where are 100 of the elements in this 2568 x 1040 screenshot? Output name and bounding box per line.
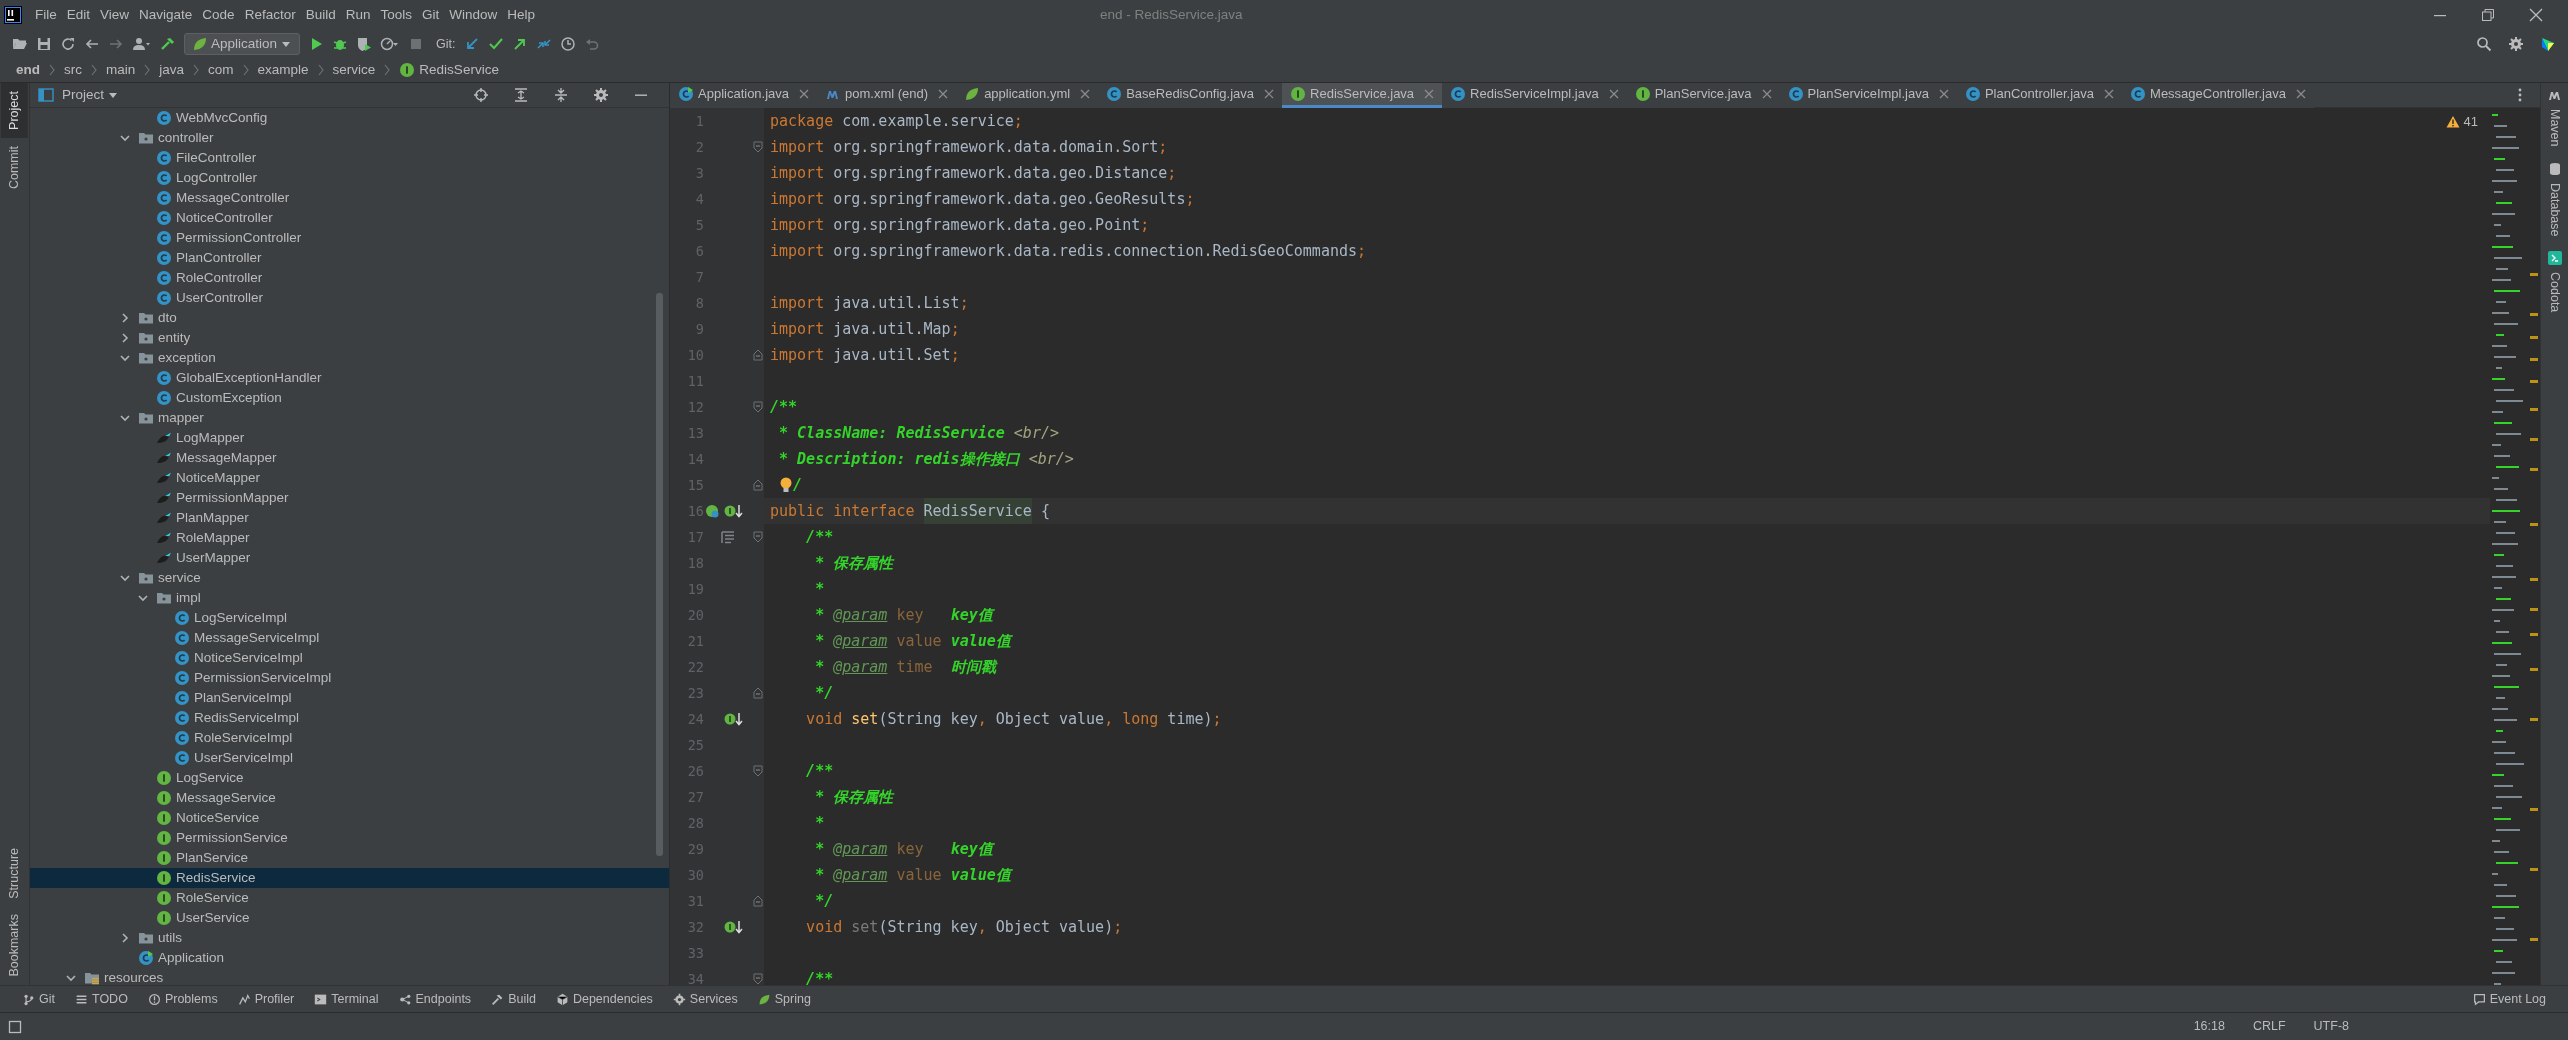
close-icon[interactable]: [2528, 7, 2544, 23]
file-tab[interactable]: RedisService.java: [1282, 83, 1443, 108]
tree-item-label[interactable]: service: [158, 567, 201, 589]
tree-item-label[interactable]: entity: [158, 327, 191, 349]
menu-item[interactable]: Window: [444, 4, 503, 26]
crosshair-icon[interactable]: [473, 86, 489, 103]
menu-item[interactable]: View: [95, 4, 135, 26]
tree-item-label[interactable]: dto: [158, 307, 177, 329]
breadcrumb-item[interactable]: service: [332, 59, 376, 81]
tree-item-label[interactable]: PermissionMapper: [176, 487, 289, 509]
status-bar-item[interactable]: CRLF: [2246, 1017, 2292, 1036]
tool-window-button[interactable]: Services: [666, 989, 744, 1009]
tool-window-button[interactable]: Dependencies: [549, 989, 659, 1009]
panel-title-dropdown[interactable]: Project: [62, 84, 105, 106]
breadcrumb-item[interactable]: java: [159, 59, 185, 81]
tool-window-tab[interactable]: Structure: [1, 839, 28, 907]
tree-item-label[interactable]: MessageMapper: [176, 447, 277, 469]
warning-count[interactable]: 41: [2463, 112, 2478, 132]
scrollbar-thumb[interactable]: [656, 292, 663, 856]
fold-marker-icon[interactable]: [753, 973, 763, 985]
tree-item-label[interactable]: NoticeMapper: [176, 467, 261, 489]
menu-item[interactable]: Help: [502, 4, 541, 26]
tool-window-button[interactable]: Build: [485, 989, 542, 1009]
close-icon[interactable]: [1761, 89, 1772, 99]
close-icon[interactable]: [1938, 89, 1949, 99]
close-icon[interactable]: [2104, 89, 2115, 99]
breadcrumb-item[interactable]: example: [257, 59, 309, 81]
codota-logo-icon[interactable]: [2546, 250, 2563, 267]
close-icon[interactable]: [1264, 89, 1275, 99]
tool-window-tab[interactable]: Bookmarks: [1, 906, 28, 985]
hammer-icon[interactable]: [160, 36, 176, 52]
menu-item[interactable]: Code: [197, 4, 240, 26]
fold-marker-icon[interactable]: [753, 687, 763, 699]
expand-all-icon[interactable]: [513, 86, 529, 103]
collapse-all-icon[interactable]: [553, 86, 569, 103]
status-bar-item[interactable]: 16:18: [2187, 1017, 2231, 1036]
close-icon[interactable]: [938, 89, 949, 99]
status-bar-item[interactable]: UTF-8: [2307, 1017, 2355, 1036]
close-icon[interactable]: [2295, 89, 2306, 99]
tree-item-label[interactable]: RoleController: [176, 267, 263, 289]
breadcrumb-item[interactable]: end: [16, 59, 40, 81]
tree-item-label[interactable]: PlanController: [176, 247, 262, 269]
tool-window-button[interactable]: Endpoints: [392, 989, 478, 1009]
tree-item-label[interactable]: LogService: [176, 767, 244, 789]
tree-item-label[interactable]: RedisService: [176, 867, 256, 889]
tool-window-button[interactable]: Spring: [751, 989, 817, 1009]
tree-item-label[interactable]: UserMapper: [176, 547, 251, 569]
gutter-markers-icon[interactable]: [704, 502, 744, 520]
close-icon[interactable]: [799, 89, 810, 99]
shield-run-icon[interactable]: [356, 36, 373, 52]
tree-item-label[interactable]: Application: [158, 947, 225, 969]
tool-window-button[interactable]: Problems: [141, 989, 224, 1009]
breadcrumb-item[interactable]: com: [208, 59, 234, 81]
tree-item-label[interactable]: NoticeServiceImpl: [194, 647, 303, 669]
user-dropdown-icon[interactable]: [132, 36, 152, 52]
tool-window-button[interactable]: Event Log: [2466, 989, 2552, 1009]
tool-window-tab[interactable]: Commit: [1, 137, 28, 197]
tree-item-label[interactable]: PlanMapper: [176, 507, 249, 529]
tree-item-label[interactable]: GlobalExceptionHandler: [176, 367, 322, 389]
fold-marker-icon[interactable]: [753, 531, 763, 543]
tree-item-label[interactable]: impl: [176, 587, 201, 609]
tree-item-label[interactable]: RoleMapper: [176, 527, 250, 549]
fold-marker-icon[interactable]: [753, 141, 763, 153]
tree-item-label[interactable]: PlanServiceImpl: [194, 687, 292, 709]
tree-item-label[interactable]: UserService: [176, 907, 250, 929]
tree-item-label[interactable]: resources: [104, 967, 164, 985]
menu-item[interactable]: Build: [300, 4, 341, 26]
tree-item-label[interactable]: PermissionService: [176, 827, 288, 849]
menu-item[interactable]: Navigate: [134, 4, 198, 26]
tree-item-label[interactable]: FileController: [176, 147, 257, 169]
tree-item-label[interactable]: RoleService: [176, 887, 249, 909]
menu-item[interactable]: Refactor: [239, 4, 301, 26]
check-icon[interactable]: [487, 36, 504, 52]
close-icon[interactable]: [1080, 89, 1091, 99]
open-folder-icon[interactable]: [12, 36, 28, 52]
tree-item-label[interactable]: WebMvcConfig: [176, 107, 268, 129]
menu-item[interactable]: Git: [417, 4, 445, 26]
fold-marker-icon[interactable]: [753, 349, 763, 361]
tree-item-label[interactable]: PermissionServiceImpl: [194, 667, 332, 689]
tree-item-label[interactable]: LogServiceImpl: [194, 607, 288, 629]
tool-window-tab[interactable]: Database: [2550, 176, 2559, 243]
toolbox-logo-icon[interactable]: [2540, 36, 2556, 52]
tree-item-label[interactable]: MessageController: [176, 187, 290, 209]
tree-item-label[interactable]: RedisServiceImpl: [194, 707, 300, 729]
save-icon[interactable]: [36, 36, 52, 52]
tree-item-label[interactable]: UserServiceImpl: [194, 747, 294, 769]
tree-item-label[interactable]: RoleServiceImpl: [194, 727, 293, 749]
tool-window-tab[interactable]: Maven: [2550, 103, 2559, 153]
tree-item-label[interactable]: NoticeService: [176, 807, 260, 829]
menu-item[interactable]: Tools: [375, 4, 417, 26]
tool-window-tab[interactable]: Project: [1, 83, 28, 138]
breadcrumb-item[interactable]: src: [64, 59, 82, 81]
fold-marker-icon[interactable]: [753, 895, 763, 907]
tree-item-label[interactable]: LogController: [176, 167, 258, 189]
tree-item-label[interactable]: exception: [158, 347, 216, 369]
clock-icon[interactable]: [559, 36, 576, 52]
tree-item-label[interactable]: utils: [158, 927, 182, 949]
square-icon[interactable]: [8, 1019, 22, 1034]
lightbulb-icon[interactable]: [779, 476, 793, 494]
tool-window-tab[interactable]: Codota: [2550, 266, 2559, 319]
